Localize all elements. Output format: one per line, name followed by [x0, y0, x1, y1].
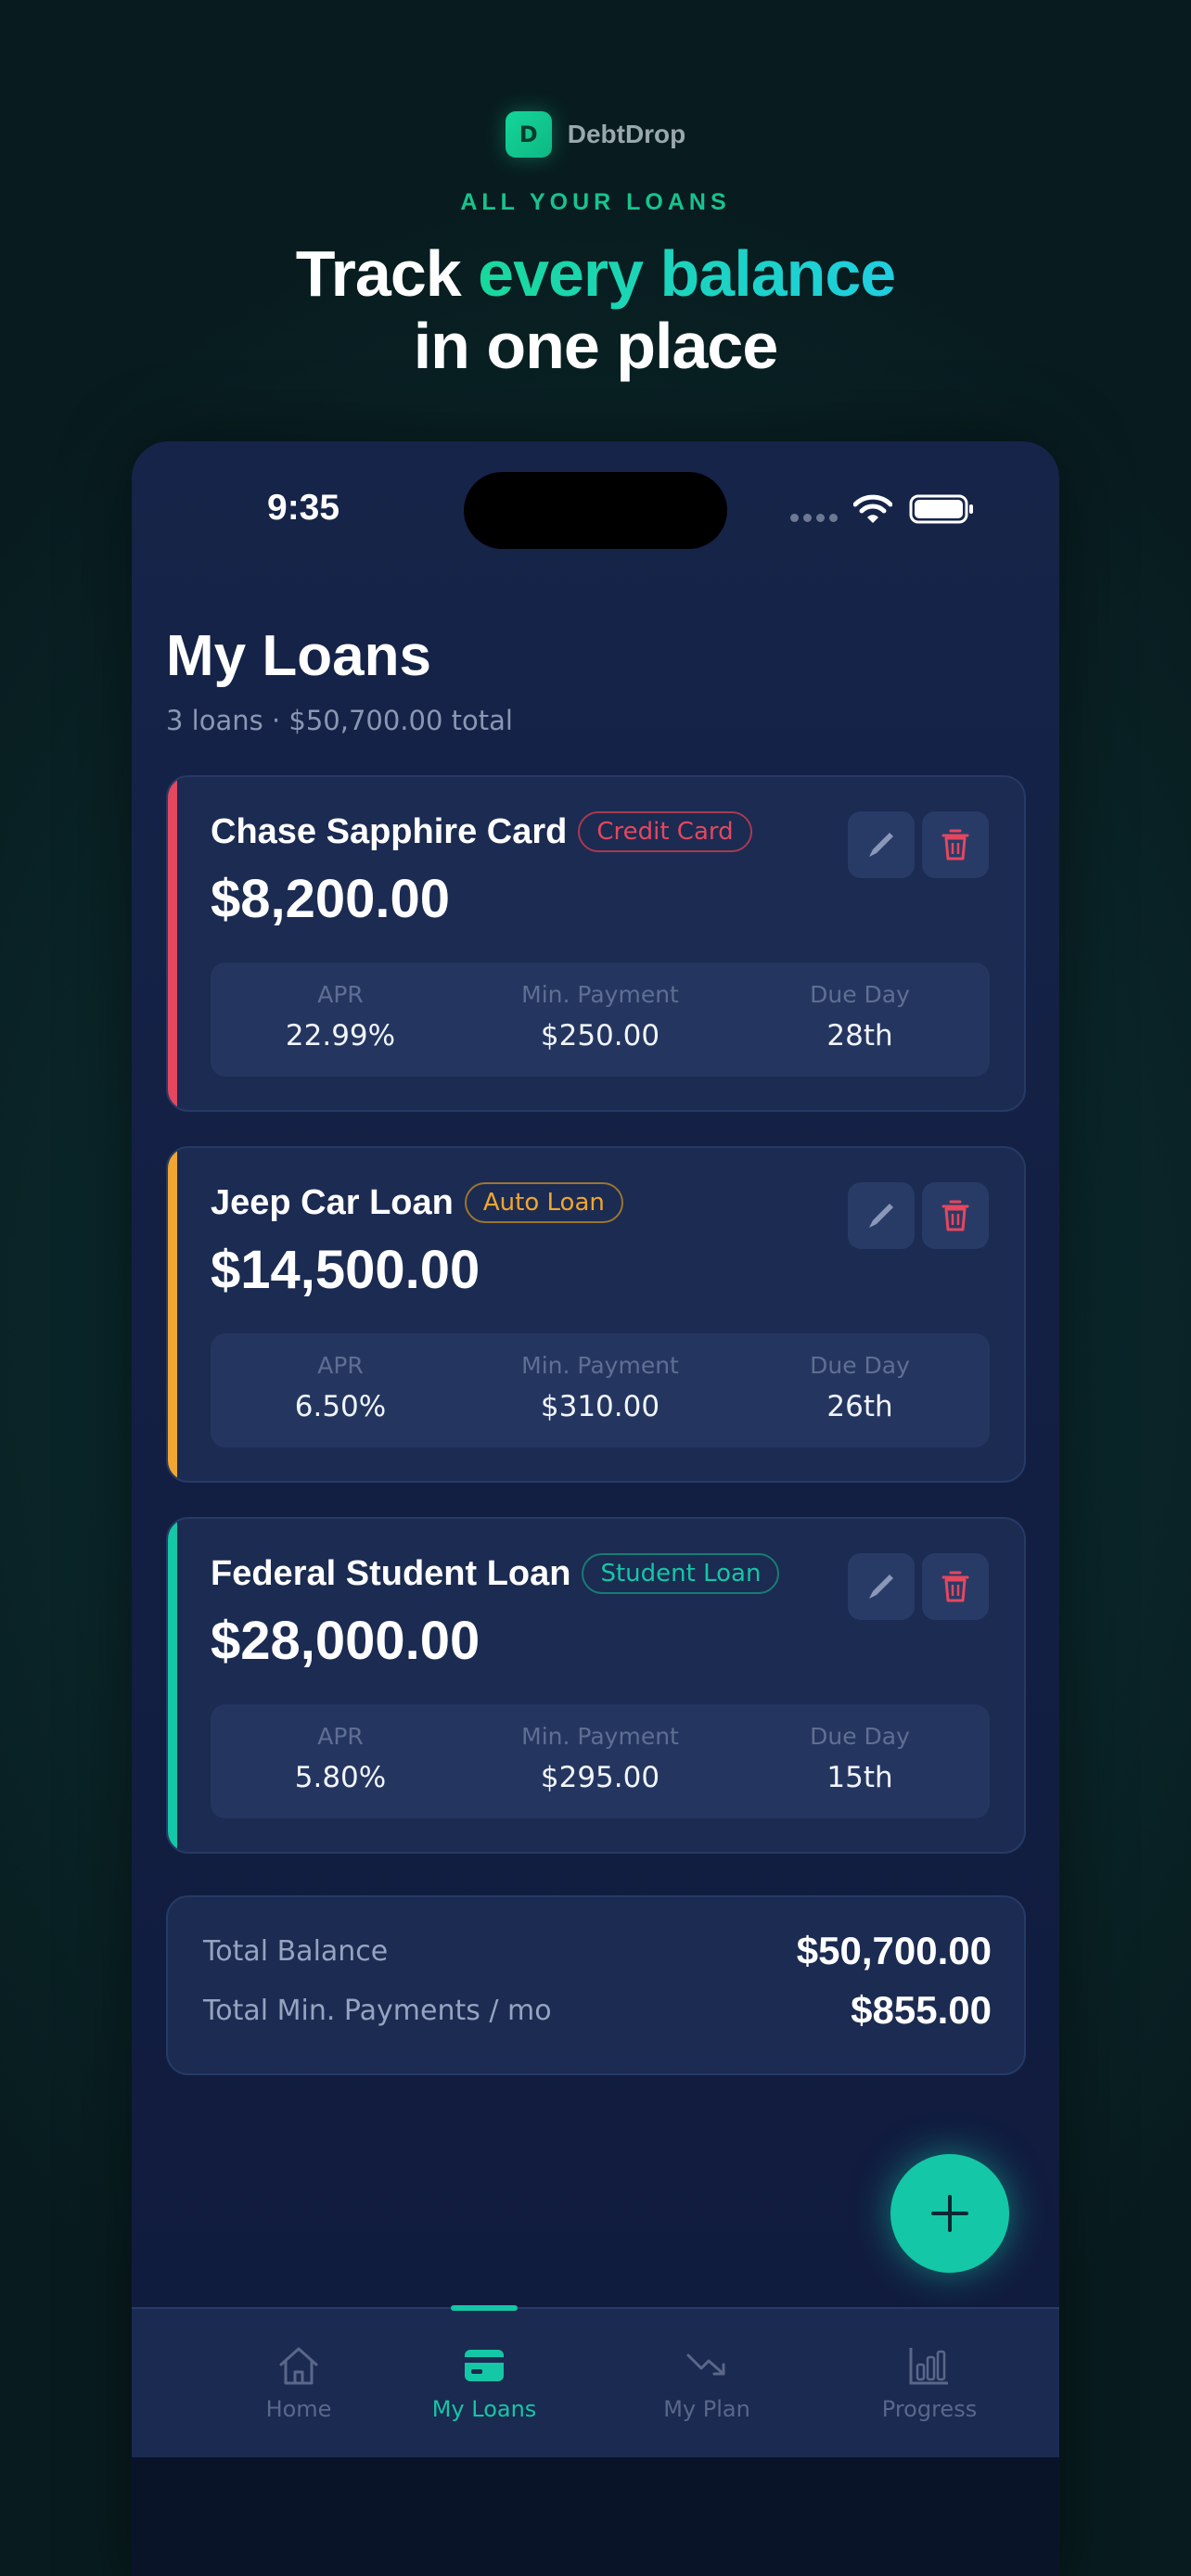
tab-home[interactable]: Home — [206, 2344, 391, 2422]
loan-type-badge: Auto Loan — [464, 1182, 623, 1223]
totals-card: Total Balance $50,700.00 Total Min. Paym… — [166, 1895, 1026, 2075]
phone-frame: 9:35 My Loans 3 loans · $50,700.00 total… — [132, 441, 1059, 2576]
loan-balance: $8,200.00 — [211, 869, 451, 929]
delete-button[interactable] — [922, 1553, 989, 1620]
plus-icon — [931, 2195, 968, 2232]
loan-due-day: 15th — [826, 1761, 893, 1794]
tab-label: My Loans — [431, 2396, 537, 2422]
stat-label-min-payment: Min. Payment — [521, 1723, 679, 1750]
loan-min-payment: $310.00 — [540, 1390, 660, 1423]
stat-label-min-payment: Min. Payment — [521, 1352, 679, 1379]
loan-apr: 22.99% — [285, 1019, 396, 1052]
stat-label-due-day: Due Day — [810, 981, 910, 1008]
loan-color-bar — [168, 1519, 177, 1852]
tab-label: Home — [265, 2396, 332, 2422]
eyebrow: ALL YOUR LOANS — [460, 189, 731, 215]
total-balance-label: Total Balance — [203, 1934, 389, 1968]
stat-label-apr: APR — [317, 981, 364, 1008]
page-subtitle: 3 loans · $50,700.00 total — [166, 705, 513, 736]
loan-name: Jeep Car Loan — [211, 1182, 454, 1222]
trash-icon — [941, 1571, 969, 1602]
loan-type-badge: Credit Card — [578, 811, 752, 852]
add-loan-button[interactable] — [890, 2154, 1009, 2273]
wifi-icon — [853, 494, 892, 523]
dynamic-island — [464, 472, 727, 549]
loan-stats: APR 5.80% Min. Payment $295.00 Due Day 15th — [211, 1704, 990, 1818]
active-tab-indicator — [451, 2305, 518, 2311]
edit-button[interactable] — [848, 1182, 915, 1249]
brand-name: DebtDrop — [567, 120, 686, 148]
pencil-icon — [869, 1204, 893, 1228]
status-time: 9:35 — [267, 488, 340, 528]
loan-stats: APR 6.50% Min. Payment $310.00 Due Day 26th — [211, 1333, 990, 1447]
total-min-payments-label: Total Min. Payments / mo — [203, 1994, 552, 2027]
page-title: My Loans — [166, 624, 431, 688]
stat-label-due-day: Due Day — [810, 1723, 910, 1750]
delete-button[interactable] — [922, 1182, 989, 1249]
loan-color-bar — [168, 1148, 177, 1481]
loan-apr: 5.80% — [294, 1761, 387, 1794]
brand-logo: D — [505, 111, 552, 158]
stat-label-apr: APR — [317, 1723, 364, 1750]
total-min-payments-value: $855.00 — [851, 1988, 992, 2032]
tab-label: Progress — [881, 2396, 978, 2422]
delete-button[interactable] — [922, 811, 989, 878]
battery-icon — [909, 494, 973, 524]
total-balance-value: $50,700.00 — [796, 1929, 992, 1972]
tab-my-plan[interactable]: My Plan — [614, 2344, 800, 2422]
loan-balance: $14,500.00 — [211, 1240, 480, 1300]
pencil-icon — [869, 833, 893, 857]
edit-button[interactable] — [848, 1553, 915, 1620]
loan-card[interactable]: Chase Sapphire Card Credit Card $8,200.0… — [166, 775, 1026, 1112]
loan-name: Federal Student Loan — [211, 1553, 571, 1593]
stat-label-min-payment: Min. Payment — [521, 981, 679, 1008]
bar-chart-icon — [909, 2348, 948, 2385]
trend-down-icon — [686, 2353, 725, 2376]
headline: Track every balance in one place — [0, 237, 1191, 382]
tab-label: My Plan — [663, 2396, 750, 2422]
app-screen: 9:35 My Loans 3 loans · $50,700.00 total… — [132, 441, 1059, 2457]
loan-card[interactable]: Jeep Car Loan Auto Loan $14,500.00 APR 6.… — [166, 1146, 1026, 1483]
headline-start: Track — [295, 237, 479, 310]
signal-icon — [790, 514, 838, 522]
brand: D DebtDrop — [0, 111, 1191, 158]
tab-my-loans[interactable]: My Loans — [391, 2344, 577, 2422]
loan-name: Chase Sapphire Card — [211, 811, 568, 851]
card-icon — [465, 2350, 504, 2381]
tab-progress[interactable]: Progress — [837, 2344, 1022, 2422]
loan-min-payment: $250.00 — [540, 1019, 660, 1052]
loan-type-badge: Student Loan — [582, 1553, 780, 1594]
loan-due-day: 28th — [826, 1019, 893, 1052]
home-icon — [279, 2347, 318, 2385]
stat-label-due-day: Due Day — [810, 1352, 910, 1379]
loan-min-payment: $295.00 — [540, 1761, 660, 1794]
loan-card[interactable]: Federal Student Loan Student Loan $28,00… — [166, 1517, 1026, 1854]
loan-balance: $28,000.00 — [211, 1611, 480, 1671]
pencil-icon — [869, 1575, 893, 1599]
edit-button[interactable] — [848, 811, 915, 878]
headline-line2: in one place — [413, 310, 779, 382]
loan-color-bar — [168, 777, 177, 1110]
loan-due-day: 26th — [826, 1390, 893, 1423]
loan-apr: 6.50% — [294, 1390, 387, 1423]
stat-label-apr: APR — [317, 1352, 364, 1379]
headline-accent: every balance — [478, 237, 896, 310]
trash-icon — [941, 829, 969, 861]
trash-icon — [941, 1200, 969, 1231]
loan-stats: APR 22.99% Min. Payment $250.00 Due Day 28t… — [211, 963, 990, 1077]
phone-bottom — [132, 2457, 1059, 2576]
